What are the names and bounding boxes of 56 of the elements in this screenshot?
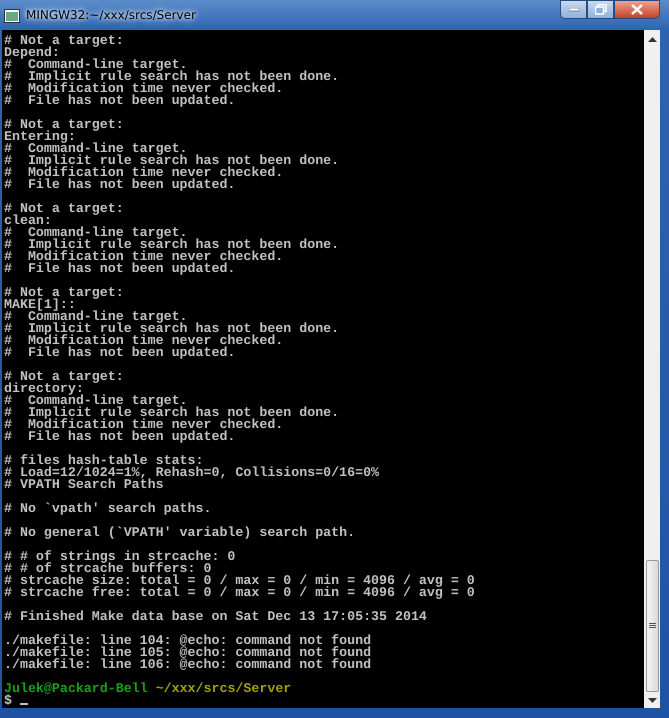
prompt-path: ~/xxx/srcs/Server [156, 681, 292, 696]
terminal-line: # Not a target: [4, 203, 125, 215]
terminal-line: # Not a target: [4, 119, 125, 131]
terminal-line: # Modification time never checked. [4, 251, 284, 263]
terminal-line: # # of strings in strcache: 0 [4, 551, 236, 563]
terminal-line: # File has not been updated. [4, 347, 236, 359]
terminal-line: directory: [4, 383, 84, 395]
terminal-line: # strcache size: total = 0 / max = 0 / min = 4096 / avg = 0 [4, 575, 476, 587]
terminal-line: # Finished Make data base on Sat Dec 13 17:05:35 2014 [4, 611, 428, 623]
terminal-line: # Not a target: [4, 371, 125, 383]
terminal-line: # Command-line target. [4, 143, 189, 155]
terminal-line: # Implicit rule search has not been done. [4, 239, 340, 251]
terminal-line: # Command-line target. [4, 311, 189, 323]
terminal-line: # # of strcache buffers: 0 [4, 563, 212, 575]
terminal-line: # File has not been updated. [4, 179, 236, 191]
terminal-line: # No general (`VPATH' variable) search path. [4, 527, 356, 539]
terminal-line: # Modification time never checked. [4, 167, 284, 179]
terminal-line: # File has not been updated. [4, 95, 236, 107]
close-button[interactable] [614, 0, 660, 19]
terminal-line: # Implicit rule search has not been done. [4, 71, 340, 83]
terminal-line: # Implicit rule search has not been done. [4, 323, 340, 335]
window-title: MINGW32:~/xxx/srcs/Server [26, 7, 196, 24]
terminal-line: Entering: [4, 131, 76, 143]
maximize-icon [594, 4, 606, 15]
terminal-line: # Not a target: [4, 287, 125, 299]
terminal-line: # Command-line target. [4, 227, 189, 239]
terminal-line: # Modification time never checked. [4, 419, 284, 431]
minimize-icon [568, 8, 578, 12]
maximize-button[interactable] [587, 0, 614, 19]
terminal-line: # Implicit rule search has not been done. [4, 407, 340, 419]
terminal-line: ./makefile: line 105: @echo: command not found [4, 647, 372, 659]
terminal-line: # Not a target: [4, 35, 125, 47]
scroll-down-icon[interactable] [648, 698, 656, 703]
text-cursor [20, 703, 28, 705]
terminal-line: # Command-line target. [4, 59, 189, 71]
minimize-button[interactable] [560, 0, 587, 19]
terminal-line: # No `vpath' search paths. [4, 503, 212, 515]
terminal-line: # Implicit rule search has not been done. [4, 155, 340, 167]
terminal-line: # Modification time never checked. [4, 83, 284, 95]
close-icon [631, 4, 643, 15]
terminal-line: # File has not been updated. [4, 263, 236, 275]
terminal-line: # VPATH Search Paths [4, 479, 164, 491]
terminal-line: clean: [4, 215, 52, 227]
terminal-line: MAKE[1]:: [4, 299, 76, 311]
terminal-line: ./makefile: line 104: @echo: command not found [4, 635, 372, 647]
terminal-line: # files hash-table stats: [4, 455, 204, 467]
terminal-line: # Command-line target. [4, 395, 189, 407]
terminal-line: Depend: [4, 47, 60, 59]
scrollbar-thumb[interactable] [646, 560, 658, 692]
terminal-line: # Load=12/1024=1%, Rehash=0, Collisions=0/16=0% [4, 467, 380, 479]
terminal-line: # File has not been updated. [4, 431, 236, 443]
scroll-up-icon[interactable] [648, 37, 656, 42]
prompt-symbol: $ [4, 693, 12, 708]
terminal-line: # strcache free: total = 0 / max = 0 / min = 4096 / avg = 0 [4, 587, 476, 599]
terminal-line: ./makefile: line 106: @echo: command not found [4, 659, 372, 671]
terminal-line: # Modification time never checked. [4, 335, 284, 347]
